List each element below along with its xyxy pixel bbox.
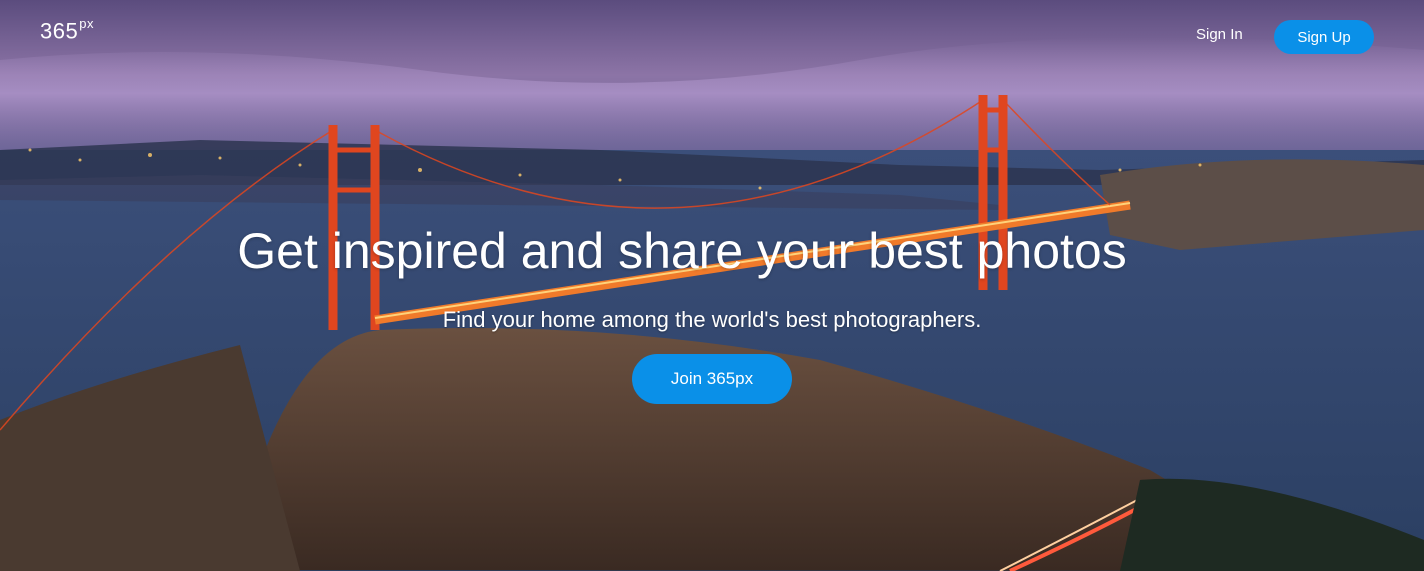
hero-subheadline: Find your home among the world's best ph… — [442, 307, 982, 332]
logo[interactable]: 365px — [40, 16, 94, 44]
join-button[interactable]: Join 365px — [632, 354, 792, 404]
logo-main: 365 — [40, 18, 79, 44]
hero-section: 365px Sign In Sign Up Get inspired and s… — [0, 0, 1424, 571]
sign-up-button[interactable]: Sign Up — [1274, 20, 1374, 54]
hero-background-photo — [0, 0, 1424, 571]
logo-sup: px — [79, 16, 94, 31]
hero-headline: Get inspired and share your best photos — [237, 223, 1127, 279]
sign-in-link[interactable]: Sign In — [1196, 26, 1243, 43]
